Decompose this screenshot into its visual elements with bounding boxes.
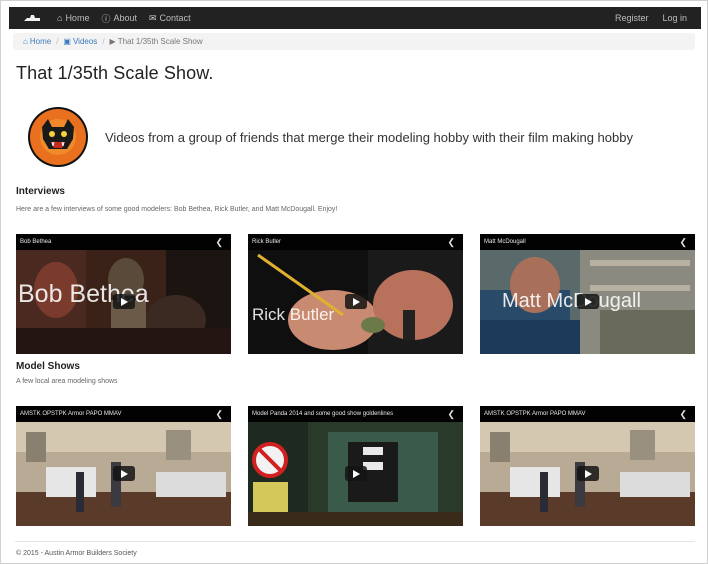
footer-divider <box>15 541 695 542</box>
video-overlay-name: Matt McDougall <box>502 290 641 312</box>
browser-frame: ⌂ Home ⓘ About ✉ Contact Register Log in… <box>0 0 708 564</box>
model-shows-heading: Model Shows <box>16 361 80 372</box>
film-icon: ▣ <box>63 37 71 46</box>
video-title: Matt McDougall <box>484 239 526 245</box>
video-title: AMSTK OPSTPK Armor PAPO MMAV <box>20 411 122 417</box>
nav-about-label: About <box>113 13 137 23</box>
share-icon[interactable]: ❮ <box>679 237 687 248</box>
video-rick-butler[interactable]: Rick Butler ❮ Rick Butler <box>248 234 463 354</box>
breadcrumb-current: ▶ That 1/35th Scale Show <box>110 37 203 46</box>
hero-description: Videos from a group of friends that merg… <box>105 129 633 145</box>
share-icon[interactable]: ❮ <box>447 237 455 248</box>
play-button-icon[interactable] <box>112 294 135 310</box>
play-button-icon[interactable] <box>576 294 599 310</box>
info-icon: ⓘ <box>101 13 111 24</box>
play-button-icon[interactable] <box>112 466 135 482</box>
video-title: AMSTK OPSTPK Armor PAPO MMAV <box>484 411 586 417</box>
share-icon[interactable]: ❮ <box>215 237 223 248</box>
share-icon[interactable]: ❮ <box>447 409 455 420</box>
video-title-bar: Rick Butler ❮ <box>248 234 463 250</box>
breadcrumb: ⌂ Home / ▣ Videos / ▶ That 1/35th Scale … <box>13 33 695 50</box>
breadcrumb-current-label: That 1/35th Scale Show <box>117 37 203 46</box>
video-model-show-1[interactable]: AMSTK OPSTPK Armor PAPO MMAV ❮ <box>16 406 231 526</box>
hero-section: Videos from a group of friends that merg… <box>15 105 633 169</box>
breadcrumb-videos-link[interactable]: ▣ Videos <box>63 37 97 46</box>
breadcrumb-separator: / <box>102 37 105 46</box>
video-title-bar: AMSTK OPSTPK Armor PAPO MMAV ❮ <box>480 406 695 422</box>
video-title: Rick Butler <box>252 239 282 245</box>
register-link[interactable]: Register <box>615 13 649 23</box>
nav-about-link[interactable]: ⓘ About <box>101 12 137 25</box>
video-bob-bethea[interactable]: Bob Bethea ❮ Bob Bethea <box>16 234 231 354</box>
nav-home-label: Home <box>65 13 90 23</box>
interviews-heading: Interviews <box>16 186 65 197</box>
breadcrumb-home-link[interactable]: ⌂ Home <box>23 37 51 46</box>
video-model-show-3[interactable]: AMSTK OPSTPK Armor PAPO MMAV ❮ <box>480 406 695 526</box>
brand-logo-icon[interactable] <box>23 12 41 24</box>
play-button-icon[interactable] <box>344 466 367 482</box>
interviews-description: Here are a few interviews of some good m… <box>16 206 338 213</box>
nav-contact-label: Contact <box>159 13 191 23</box>
home-icon: ⌂ <box>57 13 63 23</box>
play-button-icon[interactable] <box>576 466 599 482</box>
share-icon[interactable]: ❮ <box>679 409 687 420</box>
nav-home-link[interactable]: ⌂ Home <box>57 13 89 23</box>
video-title-bar: AMSTK OPSTPK Armor PAPO MMAV ❮ <box>16 406 231 422</box>
video-model-show-2[interactable]: Model Panda 2014 and some good show gold… <box>248 406 463 526</box>
video-title-bar: Matt McDougall ❮ <box>480 234 695 250</box>
play-icon: ▶ <box>109 37 116 46</box>
video-title-bar: Bob Bethea ❮ <box>16 234 231 250</box>
video-matt-mcdougall[interactable]: Matt McDougall ❮ Matt McDougall <box>480 234 695 354</box>
share-icon[interactable]: ❮ <box>215 409 223 420</box>
breadcrumb-home-label: Home <box>29 37 52 46</box>
nav-contact-link[interactable]: ✉ Contact <box>149 13 191 24</box>
play-button-icon[interactable] <box>344 294 367 310</box>
mail-icon: ✉ <box>149 12 157 23</box>
login-link[interactable]: Log in <box>662 13 687 23</box>
video-title: Model Panda 2014 and some good show gold… <box>252 411 394 417</box>
top-navbar: ⌂ Home ⓘ About ✉ Contact Register Log in <box>9 7 701 29</box>
video-overlay-name: Rick Butler <box>252 305 335 324</box>
video-title-bar: Model Panda 2014 and some good show gold… <box>248 406 463 422</box>
footer-copyright: © 2015 - Austin Armor Builders Society <box>16 550 137 557</box>
club-logo-icon <box>15 105 101 169</box>
breadcrumb-videos-label: Videos <box>72 37 98 46</box>
page-title: That 1/35th Scale Show. <box>16 63 214 83</box>
model-shows-description: A few local area modeling shows <box>16 378 118 385</box>
video-title: Bob Bethea <box>20 239 52 245</box>
breadcrumb-separator: / <box>56 37 59 46</box>
home-icon: ⌂ <box>23 37 28 46</box>
